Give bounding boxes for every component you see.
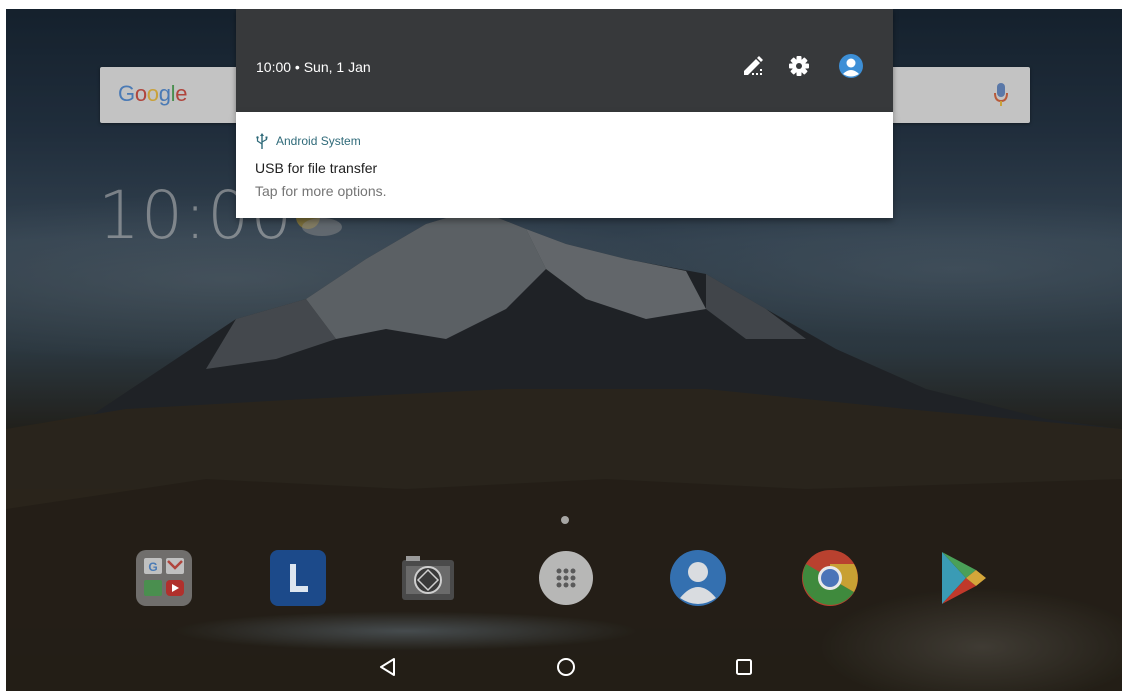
back-icon[interactable] — [376, 655, 400, 679]
notification-shade-header: 10:00 • Sun, 1 Jan — [236, 9, 893, 112]
edit-icon[interactable] — [740, 53, 766, 79]
svg-text:G: G — [148, 560, 157, 574]
google-logo: Google — [118, 81, 188, 106]
lenovo-launcher-icon[interactable] — [268, 548, 328, 608]
user-icon[interactable] — [838, 53, 864, 79]
camera-icon[interactable] — [398, 548, 458, 608]
play-store-icon[interactable] — [932, 548, 992, 608]
recents-icon[interactable] — [732, 655, 756, 679]
notification-app-name: Android System — [276, 134, 361, 148]
page-indicator-dot — [561, 516, 569, 524]
home-screen: Google 10:00 10:00 • Sun, 1 Jan Android … — [6, 9, 1122, 691]
contacts-icon[interactable] — [668, 548, 728, 608]
usb-notification[interactable]: Android System USB for file transfer Tap… — [236, 112, 893, 218]
mic-icon[interactable] — [994, 81, 1008, 109]
usb-icon — [256, 133, 268, 149]
chrome-icon[interactable] — [800, 548, 860, 608]
google-folder-icon[interactable]: G — [134, 548, 194, 608]
notification-app-row: Android System — [256, 132, 361, 150]
shade-date-time: 10:00 • Sun, 1 Jan — [256, 59, 371, 75]
app-drawer-icon[interactable] — [536, 548, 596, 608]
home-icon[interactable] — [554, 655, 578, 679]
notification-title: USB for file transfer — [255, 160, 378, 176]
notification-text: Tap for more options. — [255, 183, 387, 199]
settings-icon[interactable] — [786, 53, 812, 79]
